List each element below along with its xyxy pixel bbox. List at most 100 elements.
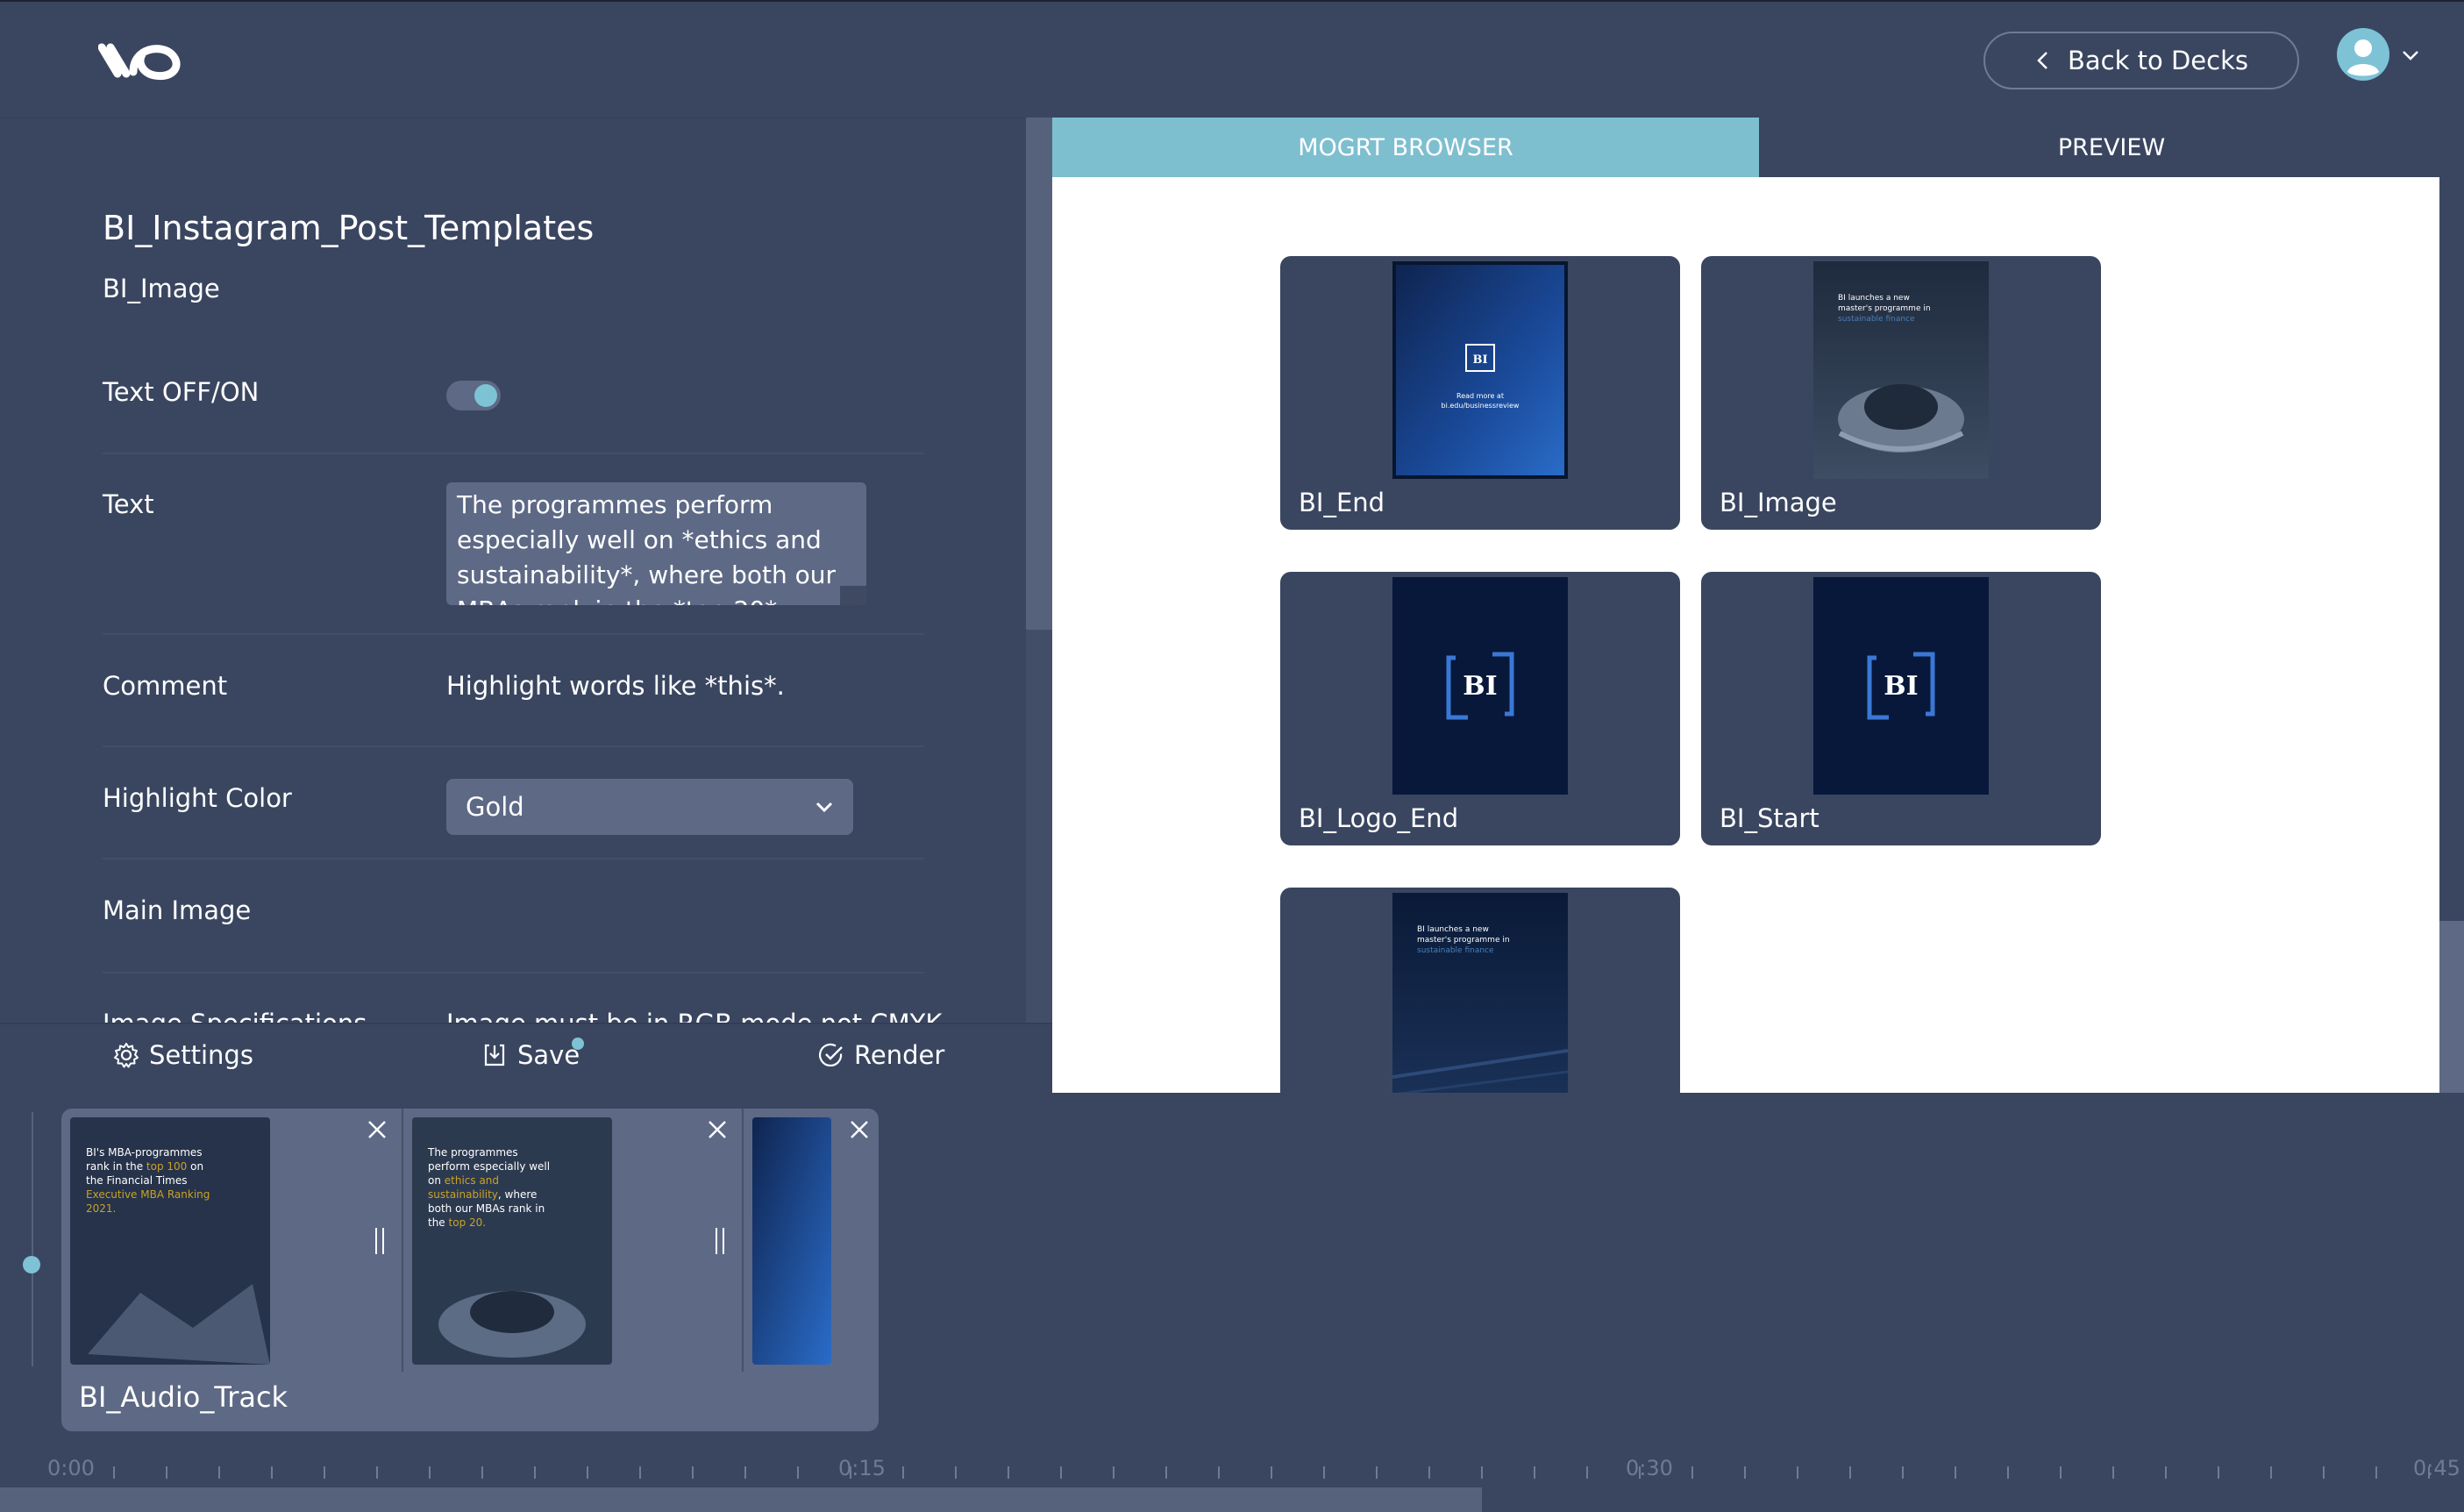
user-avatar-icon[interactable] (2337, 28, 2389, 81)
resize-handle[interactable] (840, 586, 866, 605)
timeline-clip[interactable] (744, 1109, 879, 1372)
svg-text:master's programme in: master's programme in (1417, 936, 1510, 945)
comment-label: Comment (103, 671, 228, 701)
close-icon[interactable] (847, 1117, 872, 1142)
close-icon[interactable] (365, 1117, 389, 1142)
check-circle-icon (818, 1043, 843, 1067)
playhead-handle[interactable] (23, 1256, 40, 1273)
text-field-label: Text (103, 489, 154, 519)
thumb-logo-text: BI (1472, 353, 1487, 367)
divider (103, 858, 924, 859)
save-label: Save (517, 1040, 580, 1070)
mogrt-card[interactable]: BI BI_Start (1701, 572, 2101, 845)
template-name: BI_Image (103, 274, 220, 303)
chevron-down-icon[interactable] (2401, 49, 2420, 61)
divider (103, 633, 924, 635)
thumb-logo-text: BI (1463, 671, 1497, 702)
mogrt-name: BI_End (1299, 488, 1385, 517)
text-toggle-switch[interactable] (446, 381, 501, 410)
time-tick-label: 0:15 (838, 1456, 886, 1480)
deck-title: BI_Instagram_Post_Templates (103, 209, 595, 247)
time-tick-label: 0:45 (2413, 1456, 2460, 1480)
mogrt-name: BI_Image (1720, 488, 1837, 517)
svg-text:the top 20.: the top 20. (428, 1216, 486, 1229)
divider (103, 972, 924, 974)
mogrt-thumbnail: BI launches a new master's programme in … (1813, 261, 1989, 479)
svg-text:The programmes: The programmes (427, 1146, 518, 1159)
comment-value: Highlight words like *this*. (446, 671, 785, 701)
svg-text:the Financial Times: the Financial Times (86, 1174, 188, 1187)
divider (103, 745, 924, 747)
mogrt-card[interactable]: BI Read more at bi.edu/businessreview BI… (1280, 256, 1680, 530)
svg-text:sustainable finance: sustainable finance (1417, 946, 1494, 955)
mogrt-thumbnail: BI (1392, 577, 1568, 795)
time-tick-label: 0:30 (1626, 1456, 1673, 1480)
close-icon[interactable] (705, 1117, 730, 1142)
chevron-left-icon (2037, 52, 2047, 69)
main-image-label: Main Image (103, 895, 252, 925)
highlight-color-value: Gold (466, 792, 524, 822)
app-logo-icon[interactable] (98, 39, 182, 82)
back-to-decks-button[interactable]: Back to Decks (1983, 32, 2299, 89)
highlight-color-label: Highlight Color (103, 783, 292, 813)
svg-text:both our MBAs rank in: both our MBAs rank in (428, 1202, 545, 1215)
svg-text:Executive MBA Ranking: Executive MBA Ranking (86, 1188, 210, 1201)
tab-mogrt-browser[interactable]: MOGRT BROWSER (1052, 118, 1759, 177)
panel-tabs: MOGRT BROWSER PREVIEW (1052, 118, 2464, 177)
text-toggle-label: Text OFF/ON (103, 377, 260, 407)
mogrt-thumbnail: BI Read more at bi.edu/businessreview (1392, 261, 1568, 479)
text-input-value: The programmes perform especially well o… (457, 490, 837, 605)
mogrt-thumbnail: BI launches a new master's programme in … (1392, 893, 1568, 1093)
svg-text:rank in the top 100 on: rank in the top 100 on (86, 1160, 203, 1173)
toggle-knob (474, 384, 497, 407)
clip-thumbnail: The programmes perform especially well o… (412, 1117, 612, 1365)
back-to-decks-label: Back to Decks (2068, 46, 2248, 75)
highlight-color-select[interactable]: Gold (446, 779, 853, 835)
render-button[interactable]: Render (817, 1040, 944, 1070)
svg-text:master's programme in: master's programme in (1838, 304, 1931, 313)
save-button[interactable]: Save (481, 1040, 580, 1070)
browser-scrollbar-thumb[interactable] (2439, 177, 2464, 921)
timeline-track[interactable]: BI's MBA-programmes rank in the top 100 … (61, 1109, 879, 1431)
mogrt-card[interactable]: BI launches a new master's programme in … (1701, 256, 2101, 530)
track-label: BI_Audio_Track (79, 1380, 288, 1414)
svg-text:BI's MBA-programmes: BI's MBA-programmes (86, 1146, 203, 1159)
clip-thumbnail (752, 1117, 831, 1365)
timeline-scrollbar[interactable] (0, 1487, 1482, 1512)
playhead-line (32, 1112, 33, 1366)
timeline-clip[interactable]: The programmes perform especially well o… (403, 1109, 744, 1372)
svg-text:2021.: 2021. (86, 1202, 116, 1215)
text-input[interactable]: The programmes perform especially well o… (446, 482, 866, 605)
mogrt-thumbnail: BI (1813, 577, 1989, 795)
timeline-ruler[interactable] (0, 1449, 2464, 1489)
mogrt-name: BI_Logo_End (1299, 803, 1459, 833)
drag-handle-icon[interactable] (714, 1226, 726, 1256)
divider (103, 453, 924, 454)
render-label: Render (854, 1040, 945, 1070)
svg-text:Read more at: Read more at (1456, 392, 1504, 400)
mogrt-card[interactable]: BI launches a new master's programme in … (1280, 888, 1680, 1093)
svg-text:on ethics and: on ethics and (428, 1174, 499, 1187)
tab-preview[interactable]: PREVIEW (1759, 118, 2464, 177)
thumb-logo-text: BI (1884, 671, 1918, 702)
svg-text:BI launches a new: BI launches a new (1838, 294, 1910, 303)
mogrt-name: BI_Start (1720, 803, 1820, 833)
drag-handle-icon[interactable] (374, 1226, 386, 1256)
svg-text:sustainability, where: sustainability, where (428, 1188, 537, 1201)
svg-text:BI launches a new: BI launches a new (1417, 925, 1489, 934)
chevron-down-icon (815, 802, 833, 813)
mogrt-card[interactable]: BI BI_Logo_End (1280, 572, 1680, 845)
app-header: Back to Decks (0, 0, 2464, 118)
settings-button[interactable]: Settings (112, 1040, 253, 1070)
svg-text:bi.edu/businessreview: bi.edu/businessreview (1442, 402, 1520, 410)
svg-text:sustainable finance: sustainable finance (1838, 315, 1915, 324)
mogrt-browser: BI Read more at bi.edu/businessreview BI… (1052, 177, 2439, 1093)
time-tick-label: 0:00 (47, 1456, 95, 1480)
settings-label: Settings (149, 1040, 253, 1070)
save-icon (484, 1044, 505, 1066)
gear-icon (114, 1043, 139, 1068)
timeline-clip[interactable]: BI's MBA-programmes rank in the top 100 … (61, 1109, 403, 1372)
clip-thumbnail: BI's MBA-programmes rank in the top 100 … (70, 1117, 270, 1365)
properties-scrollbar-thumb[interactable] (1026, 118, 1052, 630)
svg-text:perform especially well: perform especially well (428, 1160, 550, 1173)
